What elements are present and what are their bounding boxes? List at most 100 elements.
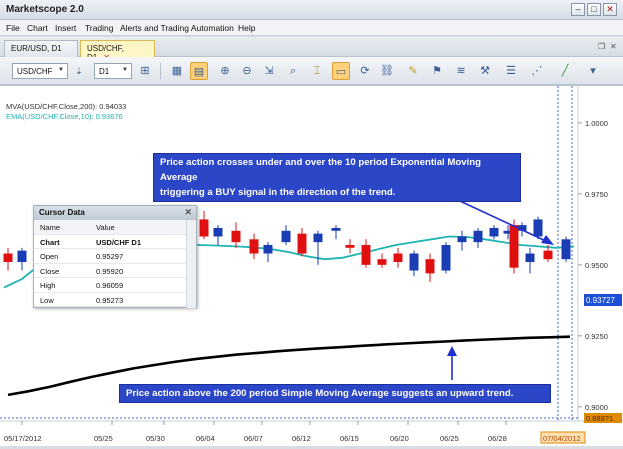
candle-body — [3, 253, 13, 263]
fan-icon[interactable]: ⋰ — [528, 62, 546, 80]
candle-body — [489, 227, 499, 237]
app-title: Marketscope 2.0 — [6, 4, 84, 15]
candle-body — [561, 239, 571, 260]
row-value: 0.96059 — [96, 281, 124, 290]
cursor-data-row: Close 0.95920 — [34, 264, 196, 278]
candle-body — [213, 227, 223, 237]
maximize-button[interactable]: □ — [587, 3, 601, 16]
chart-type-icon[interactable]: ⊞ — [136, 62, 154, 80]
candle-body — [509, 225, 519, 268]
menu-chart[interactable]: Chart — [27, 23, 48, 33]
close-button[interactable]: ✕ — [603, 3, 617, 16]
trendline-icon[interactable]: ╱ — [556, 62, 574, 80]
fit-icon[interactable]: ⇲ — [260, 62, 278, 80]
cursor-data-close-icon[interactable]: ✕ — [184, 207, 192, 218]
annotation-top-line-2: triggering a BUY signal in the direction… — [160, 187, 396, 198]
candle-body — [361, 244, 371, 265]
candle-body — [249, 239, 259, 254]
date-tick-label: 05/25 — [94, 434, 113, 443]
row-value: 0.95297 — [96, 252, 124, 261]
cursor-data-title: Cursor Data — [39, 208, 85, 217]
candle-body — [297, 233, 307, 254]
lines-icon[interactable]: ☰ — [502, 62, 520, 80]
candle-body — [525, 253, 535, 263]
scale-icon[interactable]: ⌕ — [284, 62, 302, 80]
date-tick-label: 05/17/2012 — [4, 434, 42, 443]
column-value-header: Value — [96, 223, 115, 232]
symbol-menu-icon[interactable]: ⇣ — [70, 62, 88, 80]
annotation-top-line-1: Price action crosses under and over the … — [160, 157, 481, 183]
annotation-sma-trend: Price action above the 200 period Simple… — [119, 384, 551, 403]
price-tick-label: 1.0000 — [585, 119, 608, 128]
candle-body — [331, 227, 341, 231]
candle-body — [457, 236, 467, 243]
minimize-button[interactable]: – — [571, 3, 585, 16]
candle-body — [263, 244, 273, 254]
tab-eurusd-label: EUR/USD, D1 — [11, 44, 62, 53]
row-name: Open — [40, 252, 59, 261]
candle-body — [473, 230, 483, 243]
close-chart-icon[interactable]: ✕ — [610, 42, 617, 51]
menu-help[interactable]: Help — [238, 23, 255, 33]
row-name: High — [40, 281, 56, 290]
candle-body — [409, 253, 419, 271]
grid-icon[interactable]: ▦ — [168, 62, 186, 80]
cursor-data-panel[interactable]: Cursor Data ✕ Name Value Chart USD/CHF D… — [33, 205, 197, 308]
pencil-icon[interactable]: ✎ — [404, 62, 422, 80]
ema-price-label: 0.93727 — [586, 296, 615, 305]
restore-chart-icon[interactable]: ❐ — [598, 42, 605, 51]
date-tick-label: 06/04 — [196, 434, 215, 443]
cursor-data-row: Low 0.95273 — [34, 293, 196, 307]
date-tick-label: 06/28 — [488, 434, 507, 443]
menu-insert[interactable]: Insert — [55, 23, 76, 33]
price-tick-label: 0.9000 — [585, 403, 608, 412]
candle-body — [17, 250, 27, 263]
annotation-bottom-text: Price action above the 200 period Simple… — [126, 388, 514, 399]
symbol-select[interactable]: USD/CHF ▼ — [12, 63, 68, 79]
candle-body — [345, 244, 355, 248]
crosshair-icon[interactable]: ⌶ — [308, 62, 326, 80]
timeframe-select[interactable]: D1 ▼ — [94, 63, 132, 79]
cursor-data-row: Open 0.95297 — [34, 249, 196, 264]
cursor-data-header: Name Value — [34, 220, 196, 235]
cursor-data-row: High 0.96059 — [34, 278, 196, 293]
zoom-in-icon[interactable]: ⊕ — [216, 62, 234, 80]
candle-body — [441, 244, 451, 271]
candle-body — [231, 230, 241, 243]
row-name: Close — [40, 266, 60, 276]
tab-eurusd[interactable]: EUR/USD, D1 — [4, 40, 78, 57]
alert-icon[interactable]: ⚑ — [428, 62, 446, 80]
annotation-icon[interactable]: ▭ — [332, 62, 350, 80]
zoom-out-icon[interactable]: ⊖ — [238, 62, 256, 80]
menu-trading[interactable]: Trading — [85, 23, 114, 33]
row-value: USD/CHF D1 — [96, 237, 142, 247]
sync-icon[interactable]: ⟳ — [356, 62, 374, 80]
candle-body — [543, 250, 553, 260]
chevron-down-icon: ▼ — [58, 67, 64, 73]
mva-price-label: 0.888?1 — [586, 414, 613, 423]
mva-legend: MVA(USD/CHF.Close,200): 0.94033 — [6, 102, 126, 111]
price-tick-label: 0.9500 — [585, 261, 608, 270]
date-tick-label: 06/12 — [292, 434, 311, 443]
timeframe-value: D1 — [99, 67, 110, 76]
candle-body — [281, 230, 291, 243]
column-name-header: Name — [40, 223, 61, 232]
toolbar-separator — [160, 63, 161, 79]
more-tools-icon[interactable]: ▾ — [584, 62, 602, 80]
tab-usdchf[interactable]: USD/CHF, D1✕ — [80, 40, 155, 62]
cursor-data-scrollbar[interactable] — [186, 220, 196, 308]
link-icon[interactable]: ⛓ — [378, 62, 396, 80]
date-tick-label: 06/15 — [340, 434, 359, 443]
menu-alerts[interactable]: Alerts and Trading Automation — [120, 23, 234, 33]
cursor-data-icon[interactable]: ▤ — [190, 62, 208, 80]
symbol-value: USD/CHF — [17, 67, 53, 76]
ticker-icon[interactable]: ≋ — [452, 62, 470, 80]
menu-file[interactable]: File — [6, 23, 20, 33]
price-tick-label: 0.9750 — [585, 190, 608, 199]
chart-toolbar: USD/CHF ▼ ⇣ D1 ▼ ⊞ ▦ ▤ ⊕ ⊖ ⇲ ⌕ ⌶ ▭ ⟳ ⛓ ✎ ⚑… — [0, 57, 623, 85]
tools-icon[interactable]: ⚒ — [476, 62, 494, 80]
price-tick-label: 0.9250 — [585, 332, 608, 341]
date-tick-label: 06/20 — [390, 434, 409, 443]
cursor-data-title-bar[interactable]: Cursor Data ✕ — [34, 206, 196, 220]
row-value: 0.95920 — [96, 266, 124, 276]
